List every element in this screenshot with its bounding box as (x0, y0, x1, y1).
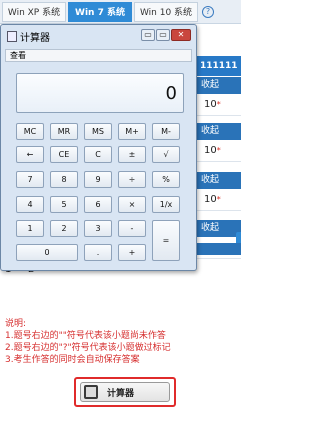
clear-key[interactable]: C (84, 146, 112, 163)
collapse-button[interactable]: 收起 (196, 172, 241, 189)
digit-1-key[interactable]: 1 (16, 220, 44, 237)
unanswered-mark: * (216, 195, 221, 204)
window-title: 计算器 (20, 33, 50, 44)
negate-key[interactable]: ± (118, 146, 146, 163)
calculator-button-label: 计算器 (107, 389, 135, 399)
instruction-line: 2.题号右边的"?"符号代表该小题做过标记 (5, 343, 171, 353)
digit-8-key[interactable]: 8 (50, 171, 78, 188)
percent-key[interactable]: % (152, 171, 180, 188)
decimal-key[interactable]: . (84, 244, 112, 261)
calculator-app-icon (7, 31, 17, 42)
question-panel-header: 111111 (196, 56, 241, 76)
instructions-title: 说明: (5, 319, 27, 329)
ce-key[interactable]: CE (50, 146, 78, 163)
question-number[interactable]: 10* (196, 189, 241, 211)
mc-key[interactable]: MC (16, 123, 44, 140)
collapse-button[interactable]: 收起 (196, 77, 241, 94)
divide-key[interactable]: ÷ (118, 171, 146, 188)
backspace-key[interactable]: ← (16, 146, 44, 163)
minimize-button[interactable]: ▭ (141, 29, 155, 41)
digit-0-key[interactable]: 0 (16, 244, 78, 261)
digit-3-key[interactable]: 3 (84, 220, 112, 237)
reciprocal-key[interactable]: 1/x (152, 196, 180, 213)
unanswered-mark: * (216, 100, 221, 109)
question-group: 收起 10* (196, 172, 241, 211)
close-button[interactable]: ✕ (171, 29, 191, 41)
mminus-key[interactable]: M- (152, 123, 180, 140)
question-panel: 111111 收起 10* 收起 10* 收起 10* 收起 10* (196, 24, 241, 274)
digit-5-key[interactable]: 5 (50, 196, 78, 213)
equals-key[interactable]: = (152, 220, 180, 261)
instructions: 说明: 1.题号右边的""符号代表该小题尚未作答 2.题号右边的"?"符号代表该… (5, 318, 237, 366)
add-key[interactable]: + (118, 244, 146, 261)
unanswered-mark: * (216, 146, 221, 155)
digit-7-key[interactable]: 7 (16, 171, 44, 188)
mr-key[interactable]: MR (50, 123, 78, 140)
calculator-display: 0 (16, 73, 184, 113)
calculator-button[interactable]: 计算器 (80, 382, 170, 402)
calculator-window[interactable]: 计算器 ▭ ▭ ✕ 查看 0 MC MR MS M+ M- ← CE C ± √ 7 8 9 ÷% 4 5 6 ×… (0, 24, 197, 271)
tab-winxp[interactable]: Win XP 系统 (2, 2, 66, 22)
digit-2-key[interactable]: 2 (50, 220, 78, 237)
tab-win7[interactable]: Win 7 系统 (68, 2, 132, 22)
digit-9-key[interactable]: 9 (84, 171, 112, 188)
subtract-key[interactable]: - (118, 220, 146, 237)
ms-key[interactable]: MS (84, 123, 112, 140)
digit-6-key[interactable]: 6 (84, 196, 112, 213)
question-number[interactable]: 10* (196, 140, 241, 162)
display-value: 0 (165, 83, 177, 104)
sqrt-key[interactable]: √ (152, 146, 180, 163)
maximize-button[interactable]: ▭ (156, 29, 170, 41)
multiply-key[interactable]: × (118, 196, 146, 213)
menu-view[interactable]: 查看 (5, 49, 192, 62)
instruction-line: 1.题号右边的""符号代表该小题尚未作答 (5, 331, 166, 341)
calculator-launch-highlight: 计算器 (74, 377, 176, 407)
mplus-key[interactable]: M+ (118, 123, 146, 140)
help-icon[interactable]: ? (202, 6, 214, 18)
digit-4-key[interactable]: 4 (16, 196, 44, 213)
question-number[interactable]: 10* (196, 94, 241, 116)
instruction-line: 3.考生作答的同时会自动保存答案 (5, 355, 140, 365)
system-tab-bar: Win XP 系统 Win 7 系统 Win 10 系统 ? (0, 0, 241, 24)
collapse-button[interactable]: 收起 (196, 123, 241, 140)
question-group: 收起 10* (196, 123, 241, 162)
question-group: 收起 10* (196, 77, 241, 116)
collapse-button[interactable]: 收起 (196, 220, 241, 237)
calculator-icon (84, 385, 98, 399)
tab-win10[interactable]: Win 10 系统 (134, 2, 198, 22)
